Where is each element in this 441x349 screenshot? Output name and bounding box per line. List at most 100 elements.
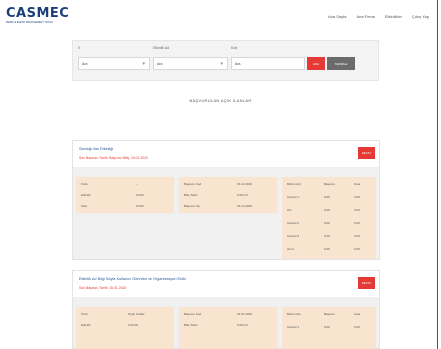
detail-button[interactable]: DETAY: [358, 277, 375, 289]
cell-value: 0.000: [136, 193, 144, 197]
card-body: İl Adı – Etkinlik 0.000 Süre 0.000 Başvu…: [73, 167, 379, 259]
cell-label: Ulu: [287, 208, 292, 212]
table-row: Ulu 0.00 0.00: [282, 205, 376, 215]
listing-card: Sandığı ilan Etkinliği Son Başvuru Tarih…: [72, 140, 380, 260]
cell-value: 0.00.0.0: [237, 323, 248, 327]
table-row: Görevli 3 0.00 0.00: [282, 231, 376, 241]
cell-value: 0.00: [324, 195, 330, 199]
code-input-value: Ara: [235, 62, 241, 66]
cell-label: İl Adı: [81, 182, 88, 186]
column-header: Kota: [354, 312, 361, 316]
column-header: Bölüm Adı: [287, 312, 301, 316]
table-row: Görevli 2 0.00 0.00: [282, 218, 376, 228]
cell-label: Etkinlik: [81, 323, 91, 327]
city-select-value: Ara: [82, 62, 88, 66]
card-title[interactable]: Sandığı ilan Etkinliği: [79, 147, 113, 151]
column-header: Bölüm Adı: [287, 182, 301, 186]
table-row: Görevli 1 0.00 0.00: [282, 322, 376, 332]
cell-value: 0.00: [354, 208, 360, 212]
cell-label: Bitiş Tarihi: [184, 193, 198, 197]
cell-value: 15.12.2019: [237, 182, 253, 186]
table-row: Görevli 1 0.00 0.00: [282, 192, 376, 202]
code-input[interactable]: Ara: [231, 57, 305, 70]
card-deadline: Son Başvuru Tarihi: Başvuru Bitiş: 15.01…: [79, 156, 148, 160]
top-bar: CASMEC MEDIA & EVENT MANAGEMENT TOOLS An…: [0, 0, 441, 36]
cell-label: Başvuru Kod: [184, 312, 202, 316]
chevron-down-icon: ▾: [142, 61, 145, 67]
city-label: İl: [78, 46, 80, 50]
info-panel-mid: Başvuru Kod 15.12.2019 Bitiş Tarihi 0.00…: [179, 177, 277, 213]
column-header: Başvuru: [324, 182, 336, 186]
card-title[interactable]: Etkinlik Ad Bilgi Sayfa Kullanıcı Görevl…: [79, 277, 186, 281]
info-panel-left: İl Adı – Etkinlik 0.000 Süre 0.000: [76, 177, 174, 213]
quota-table: Bölüm Adı Başvuru Kota Görevli 1 0.00 0.…: [282, 307, 376, 349]
event-label: Etkinlik Ad: [153, 46, 170, 50]
table-row: Başvuru Kod 15.12.2019: [179, 179, 277, 189]
chevron-down-icon: ▾: [220, 61, 223, 67]
cell-label: Görevli 1: [287, 195, 300, 199]
cell-label: Başvuru Sa.: [184, 204, 201, 208]
quota-table: Bölüm Adı Başvuru Kota Görevli 1 0.00 0.…: [282, 177, 376, 259]
nav-events[interactable]: Etkinlikler: [385, 14, 402, 19]
card-header: Etkinlik Ad Bilgi Sayfa Kullanıcı Görevl…: [73, 271, 379, 297]
nav-company[interactable]: Ana Firma: [356, 14, 374, 19]
main-nav: Ana Sayfa Ana Firma Etkinlikler Çıkış Ya…: [328, 14, 429, 19]
cell-label: Görevli 1: [287, 325, 300, 329]
cell-value: 0.00.00: [128, 323, 139, 327]
table-row: Etkinlik 0.000: [76, 190, 174, 200]
clear-button[interactable]: TEMİZLE: [327, 57, 355, 70]
info-panel-mid: Başvuru Kod 15.01.2020 Bitiş Tarihi 0.00…: [179, 307, 277, 349]
cell-label: Başvuru Kod: [184, 182, 202, 186]
table-row: İl Adı –: [76, 179, 174, 189]
cell-label: Süre: [81, 204, 88, 208]
cell-value: Toplu Kodlar: [128, 312, 145, 316]
detail-button[interactable]: DETAY: [358, 147, 375, 159]
cell-value: 0.00: [324, 247, 330, 251]
card-deadline: Son Başvuru Tarihi: 15.01.2020: [79, 286, 127, 290]
table-row: Bitiş Tarihi 0.00.0.0: [179, 190, 277, 200]
table-header-row: Bölüm Adı Başvuru Kota: [282, 179, 376, 189]
column-header: Kota: [354, 182, 361, 186]
nav-home[interactable]: Ana Sayfa: [328, 14, 346, 19]
search-button[interactable]: ARA: [307, 57, 325, 70]
cell-value: 0.000: [136, 204, 144, 208]
cell-value: 0.00: [354, 325, 360, 329]
cell-value: 0.00: [324, 221, 330, 225]
logo[interactable]: CASMEC MEDIA & EVENT MANAGEMENT TOOLS: [6, 7, 69, 24]
cell-label: Görevli 2: [287, 221, 300, 225]
cell-label: Ulu 2: [287, 247, 295, 251]
cell-value: 15.12.2019: [237, 204, 253, 208]
listing-card: Etkinlik Ad Bilgi Sayfa Kullanıcı Görevl…: [72, 270, 380, 349]
table-row: İl Adı Toplu Kodlar: [76, 309, 174, 319]
card-body: İl Adı Toplu Kodlar Etkinlik 0.00.00 Baş…: [73, 297, 379, 349]
card-header: Sandığı ilan Etkinliği Son Başvuru Tarih…: [73, 141, 379, 167]
cell-value: 0.00: [324, 208, 330, 212]
code-label: Kod: [231, 46, 238, 50]
cell-value: 0.00: [354, 195, 360, 199]
table-row: Başvuru Sa. 15.12.2019: [179, 201, 277, 211]
cell-value: 0.00: [324, 234, 330, 238]
nav-logout[interactable]: Çıkış Yap: [412, 14, 429, 19]
cell-value: 15.01.2020: [237, 312, 253, 316]
event-select[interactable]: Ara ▾: [153, 57, 228, 70]
city-select[interactable]: Ara ▾: [78, 57, 150, 70]
cell-value: –: [136, 182, 138, 186]
cell-value: 0.00: [354, 234, 360, 238]
table-row: Başvuru Kod 15.01.2020: [179, 309, 277, 319]
cell-label: Görevli 3: [287, 234, 300, 238]
table-row: Ulu 2 0.00 0.00: [282, 244, 376, 254]
event-select-value: Ara: [157, 62, 163, 66]
info-panel-left: İl Adı Toplu Kodlar Etkinlik 0.00.00: [76, 307, 174, 349]
table-header-row: Bölüm Adı Başvuru Kota: [282, 309, 376, 319]
logo-tagline: MEDIA & EVENT MANAGEMENT TOOLS: [6, 21, 53, 24]
table-row: Etkinlik 0.00.00: [76, 320, 174, 330]
cell-label: Bitiş Tarihi: [184, 323, 198, 327]
search-panel: İl Ara ▾ Etkinlik Ad Ara ▾ Kod Ara ARA T…: [72, 40, 379, 81]
cell-value: 0.00: [354, 247, 360, 251]
table-row: Süre 0.000: [76, 201, 174, 211]
cell-label: İl Adı: [81, 312, 88, 316]
column-header: Başvuru: [324, 312, 336, 316]
scrollbar-divider: [437, 0, 438, 349]
cell-label: Etkinlik: [81, 193, 91, 197]
cell-value: 0.00: [324, 325, 330, 329]
